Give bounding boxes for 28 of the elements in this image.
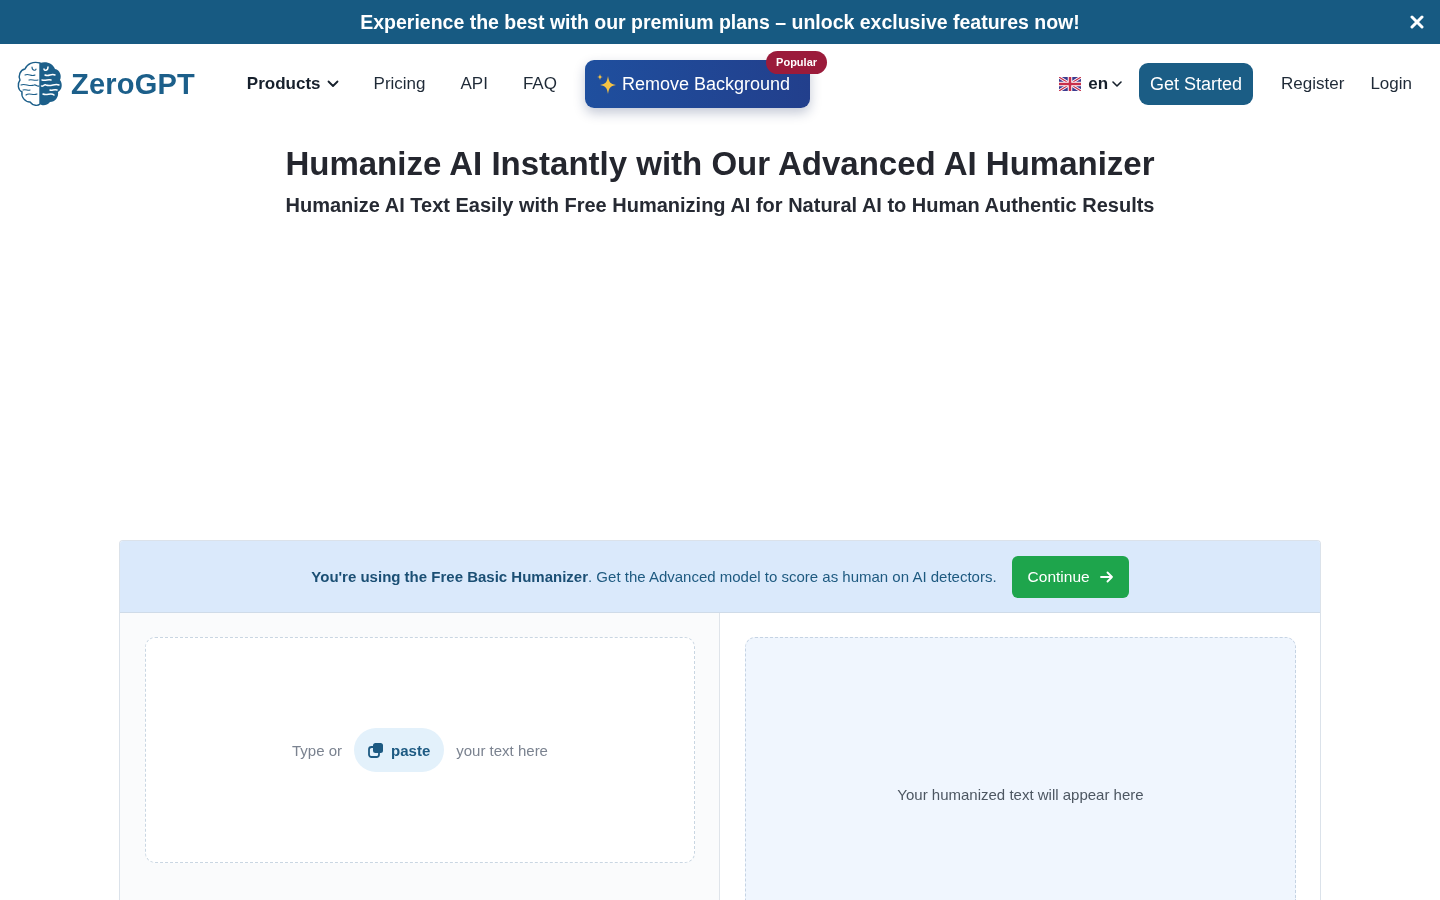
copy-icon	[368, 742, 385, 758]
nav-dropdown[interactable]: Products	[246, 74, 339, 94]
nav-link[interactable]: API	[460, 74, 488, 94]
placeholder-text: your text here	[456, 741, 548, 759]
nav-link[interactable]: FAQ	[522, 74, 557, 94]
header-link[interactable]: Login	[1370, 74, 1412, 94]
popular-badge: Popular	[766, 51, 828, 75]
get-started-button[interactable]: Get Started	[1139, 63, 1254, 105]
hero-subtitle: Humanize AI Text Easily with Free Humanizing AI for Natural AI to Human Authentic Results	[285, 193, 1155, 218]
banner-message: Experience the best with our premium plans – unlock exclusive features now!	[360, 10, 1080, 34]
output-placeholder: Your humanized text will appear here	[897, 786, 1144, 804]
paste-button[interactable]: paste	[354, 728, 445, 772]
flag-icon	[1059, 77, 1082, 91]
header-link[interactable]: Register	[1281, 74, 1345, 94]
notice-text: You're using the Free Basic Humanizer. Get the Advanced model to score as human on AI detectors.	[311, 568, 997, 585]
arrow-icon	[1099, 570, 1113, 583]
output-text-field[interactable]: Your humanized text will appear here	[745, 637, 1296, 900]
close-button[interactable]	[1410, 15, 1424, 29]
text-input-field[interactable]: Type or paste your text here	[145, 637, 695, 863]
chevron-icon	[1112, 81, 1122, 87]
chevron-icon	[326, 80, 339, 88]
placeholder-text: Type or	[292, 741, 343, 759]
hero-title: Humanize AI Instantly with Our Advanced AI Humanizer	[285, 144, 1155, 184]
logo-text[interactable]: ZeroGPT	[71, 67, 195, 101]
nav-link[interactable]: Pricing	[373, 74, 426, 94]
language-selector[interactable]: en	[1059, 74, 1122, 94]
close-icon	[1410, 15, 1424, 29]
brain-logo-icon	[15, 59, 65, 109]
